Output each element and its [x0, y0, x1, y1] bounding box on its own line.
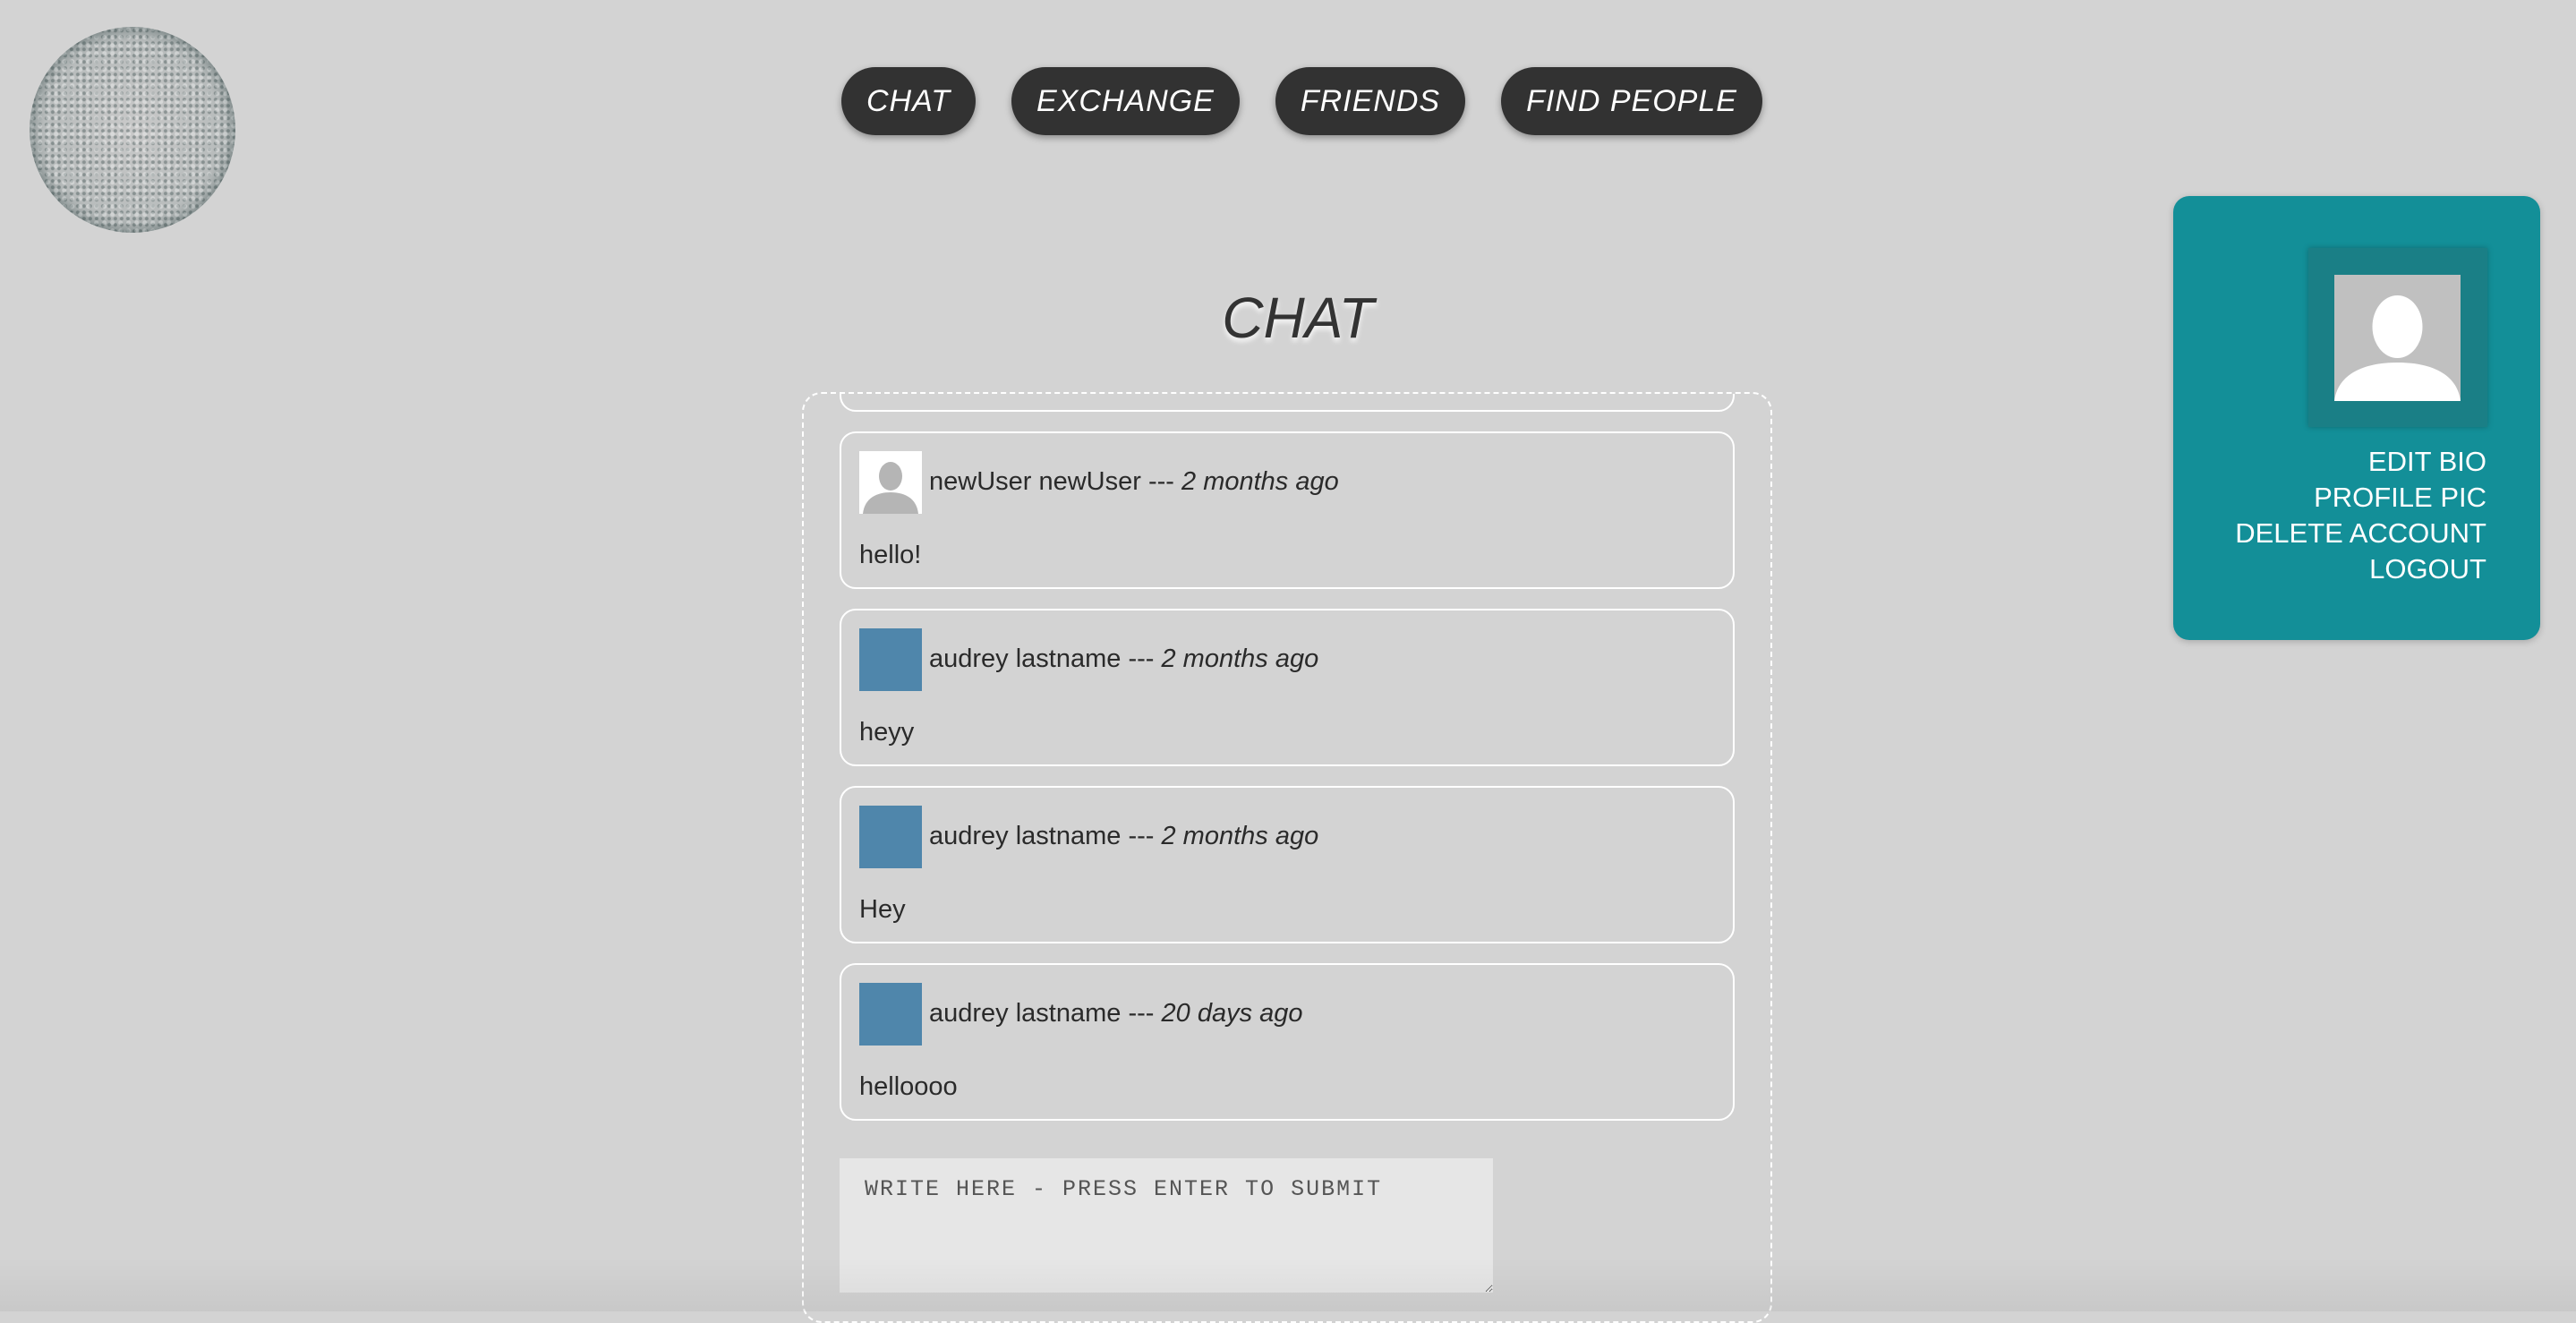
message-author[interactable]: audrey lastname [929, 644, 1121, 673]
message-header: audrey lastname --- 20 days ago [929, 999, 1303, 1029]
user-avatar[interactable] [859, 628, 922, 691]
edit-bio-link[interactable]: EDIT BIO [2235, 444, 2486, 480]
message-card-partial [840, 394, 1735, 412]
user-avatar[interactable] [859, 806, 922, 868]
message-timestamp: 2 months ago [1181, 467, 1339, 496]
site-logo[interactable] [30, 27, 235, 233]
nav-chat-button[interactable]: CHAT [841, 67, 977, 135]
message-author[interactable]: newUser newUser [929, 467, 1141, 496]
profile-picture-frame[interactable] [2308, 248, 2487, 427]
profile-pic-link[interactable]: PROFILE PIC [2235, 480, 2486, 516]
nav-find-people-button[interactable]: FIND PEOPLE [1501, 67, 1762, 135]
profile-panel: EDIT BIO PROFILE PIC DELETE ACCOUNT LOGO… [2173, 196, 2540, 640]
message-card: audrey lastname --- 20 days ago helloooo [840, 963, 1735, 1121]
chat-messages-container[interactable]: newUser newUser --- 2 months ago hello! … [802, 392, 1772, 1323]
message-text: Hey [859, 895, 906, 924]
chat-message-input[interactable] [840, 1158, 1493, 1293]
message-author[interactable]: audrey lastname [929, 822, 1121, 850]
message-text: helloooo [859, 1072, 958, 1101]
message-card: newUser newUser --- 2 months ago hello! [840, 431, 1735, 589]
message-card: audrey lastname --- 2 months ago Hey [840, 786, 1735, 943]
message-separator: --- [1121, 822, 1162, 850]
message-header: newUser newUser --- 2 months ago [929, 467, 1339, 497]
message-separator: --- [1121, 999, 1162, 1028]
message-timestamp: 2 months ago [1161, 822, 1319, 850]
message-card: audrey lastname --- 2 months ago heyy [840, 609, 1735, 766]
nav-exchange-button[interactable]: EXCHANGE [1011, 67, 1240, 135]
default-avatar-icon [859, 451, 922, 514]
message-text: heyy [859, 718, 915, 747]
page-title: CHAT [1222, 286, 1374, 350]
message-timestamp: 2 months ago [1161, 644, 1319, 673]
message-separator: --- [1140, 467, 1182, 496]
profile-menu: EDIT BIO PROFILE PIC DELETE ACCOUNT LOGO… [2235, 444, 2486, 587]
logout-link[interactable]: LOGOUT [2235, 551, 2486, 587]
message-separator: --- [1121, 644, 1162, 673]
message-timestamp: 20 days ago [1161, 999, 1303, 1028]
message-author[interactable]: audrey lastname [929, 999, 1121, 1028]
message-text: hello! [859, 541, 922, 569]
main-nav: CHAT EXCHANGE FRIENDS FIND PEOPLE [841, 67, 1762, 135]
message-header: audrey lastname --- 2 months ago [929, 822, 1318, 851]
message-header: audrey lastname --- 2 months ago [929, 644, 1318, 674]
nav-friends-button[interactable]: FRIENDS [1275, 67, 1466, 135]
user-avatar[interactable] [859, 983, 922, 1046]
default-profile-picture-icon [2334, 275, 2461, 401]
delete-account-link[interactable]: DELETE ACCOUNT [2235, 516, 2486, 551]
